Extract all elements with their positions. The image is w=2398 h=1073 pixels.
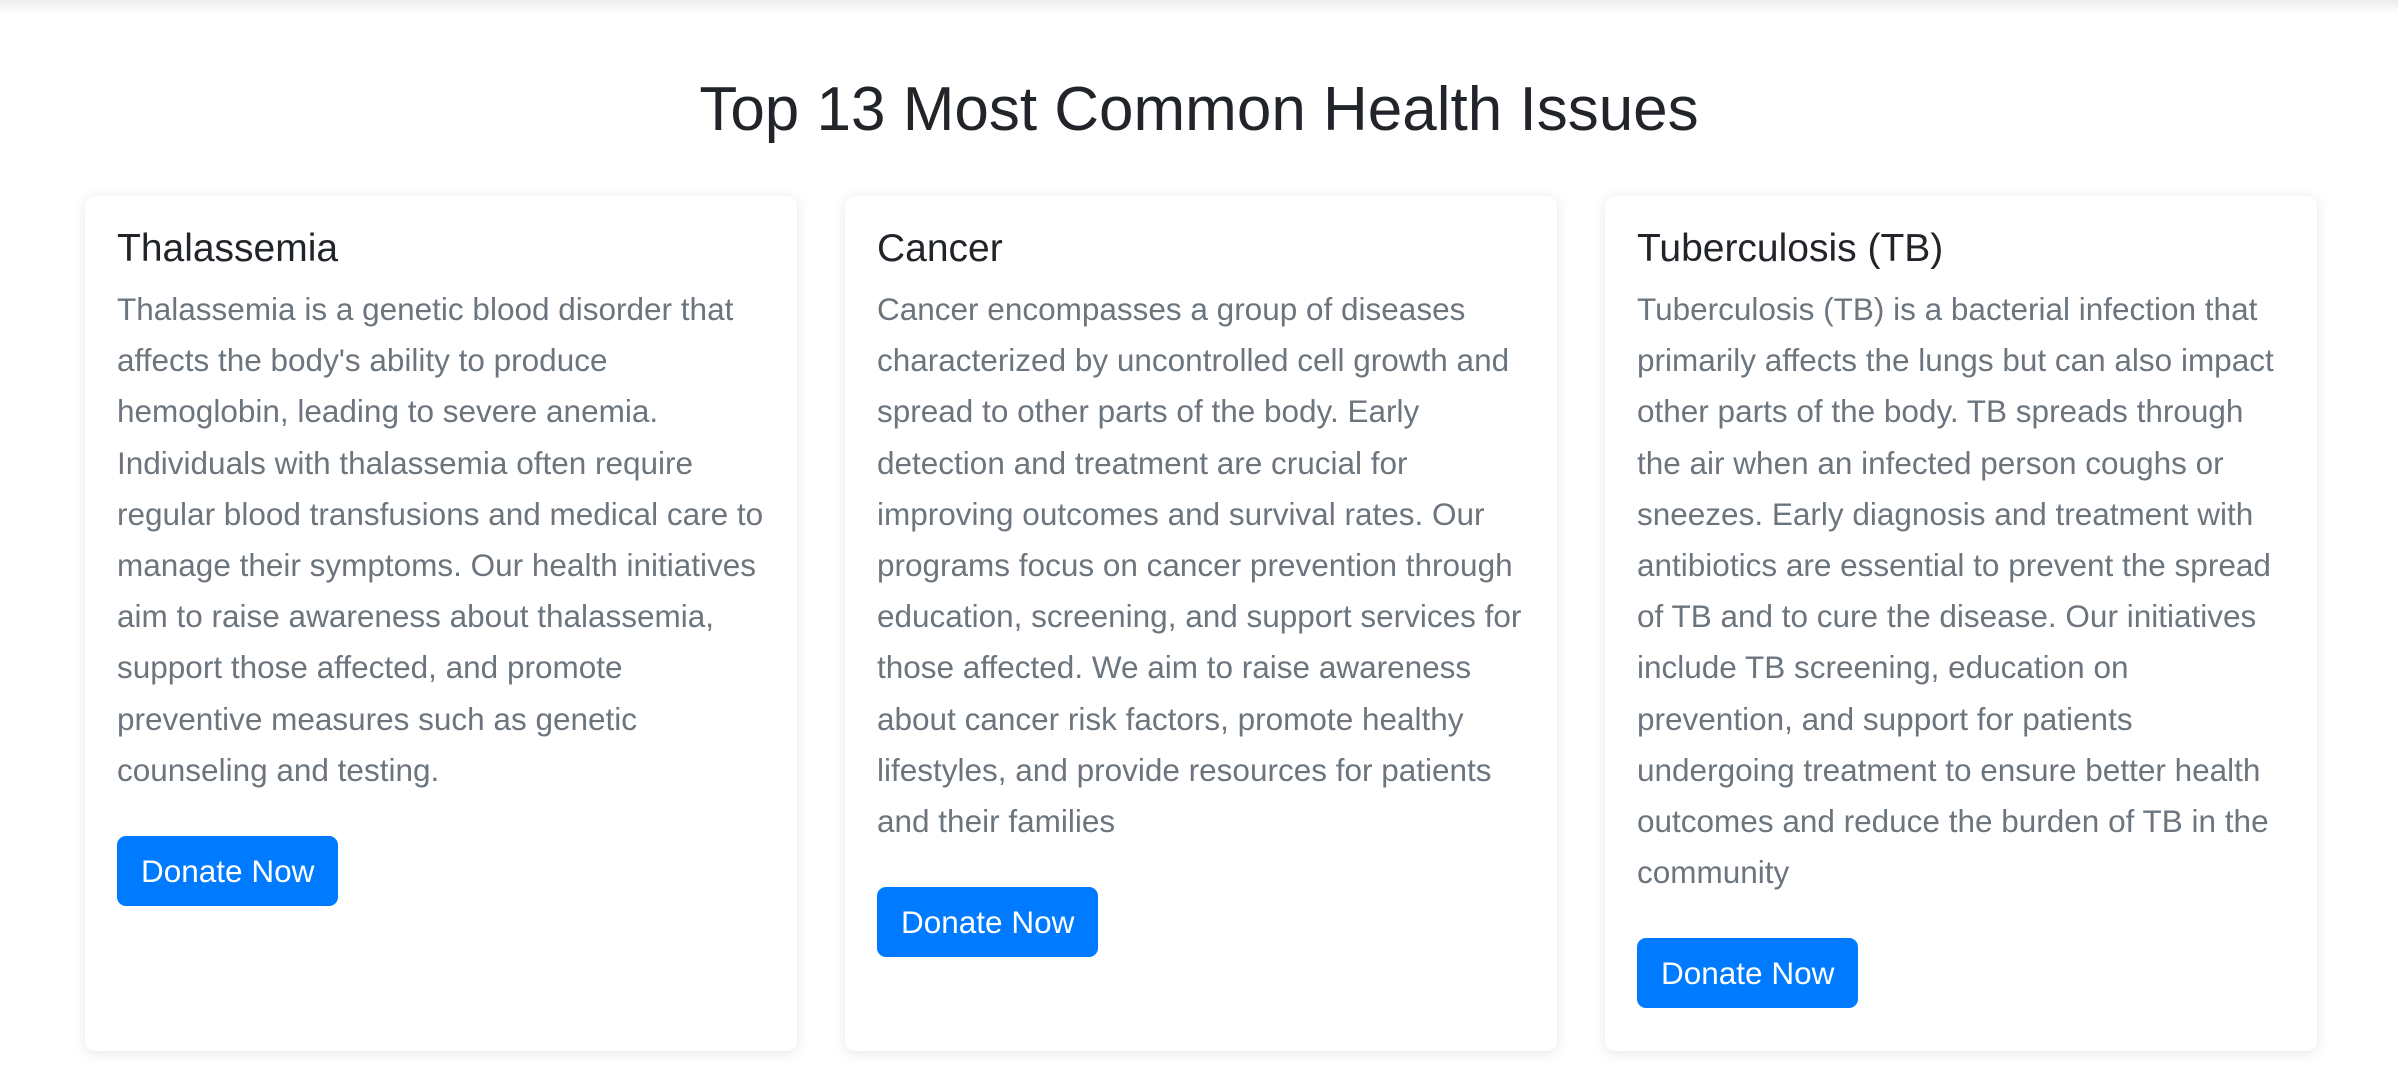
donate-button[interactable]: Donate Now [117, 836, 339, 907]
card-thalassemia: Thalassemia Thalassemia is a genetic blo… [85, 196, 797, 1051]
card-cancer: Cancer Cancer encompasses a group of dis… [845, 196, 1557, 1051]
header-shadow [0, 0, 2398, 14]
health-issues-cards: Thalassemia Thalassemia is a genetic blo… [85, 196, 2318, 1051]
page-title: Top 13 Most Common Health Issues [699, 75, 1699, 144]
card-description: Tuberculosis (TB) is a bacterial infecti… [1637, 291, 2274, 891]
donate-button[interactable]: Donate Now [877, 887, 1099, 958]
card-title: Cancer [877, 227, 1003, 270]
card-title: Thalassemia [117, 227, 339, 270]
card-title: Tuberculosis (TB) [1637, 227, 1944, 270]
card-description: Cancer encompasses a group of diseases c… [877, 291, 1522, 840]
donate-button[interactable]: Donate Now [1637, 938, 1859, 1009]
card-description: Thalassemia is a genetic blood disorder … [117, 291, 764, 788]
card-tuberculosis: Tuberculosis (TB) Tuberculosis (TB) is a… [1605, 196, 2317, 1051]
